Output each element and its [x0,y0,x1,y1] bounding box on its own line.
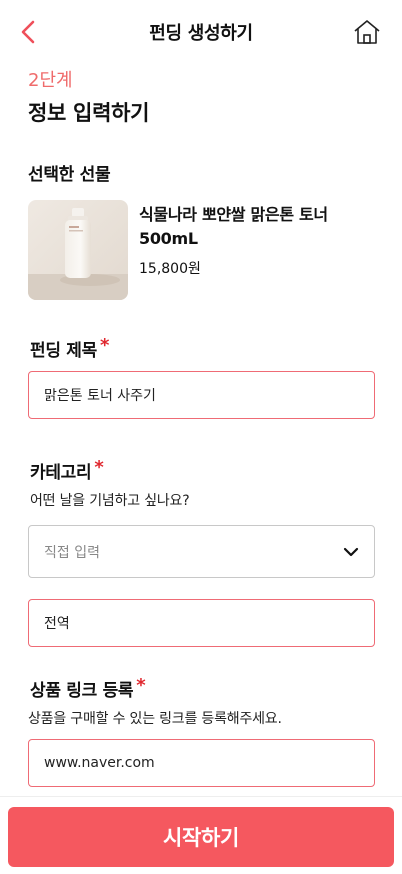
product-link-label-text: 상품 링크 등록 [30,681,134,701]
category-select[interactable]: 직접 입력 [28,525,375,578]
start-button[interactable]: 시작하기 [8,807,394,867]
step-indicator: 2단계 [28,70,73,91]
category-helper-text: 어떤 날을 기념하고 싶나요? [30,493,190,509]
required-mark: * [136,675,146,696]
category-label: 카테고리 * [30,457,104,483]
category-custom-input[interactable]: 전역 [28,599,375,647]
chevron-down-icon [343,547,359,556]
required-mark: * [94,457,104,478]
home-button[interactable] [352,17,382,47]
selected-gift-card: 식물나라 뽀얀쌀 맑은톤 토너 500mL 15,800원 [28,200,376,300]
product-image [28,200,128,300]
product-link-helper-text: 상품을 구매할 수 있는 링크를 등록해주세요. [28,711,282,727]
category-select-value: 직접 입력 [44,544,100,561]
page-title: 정보 입력하기 [28,101,150,125]
required-mark: * [99,335,110,356]
product-link-label: 상품 링크 등록 * [30,675,146,701]
product-name: 식물나라 뽀얀쌀 맑은톤 토너 500mL [139,205,328,248]
selected-gift-label: 선택한 선물 [28,165,111,185]
home-icon [354,20,380,44]
product-price: 15,800원 [139,261,201,277]
page-header-title: 펀딩 생성하기 [149,23,253,44]
product-link-input[interactable]: www.naver.com [28,739,375,787]
bottom-action-bar: 시작하기 [0,796,402,874]
funding-title-label: 펀딩 제목 * [30,335,110,361]
funding-title-label-text: 펀딩 제목 [30,341,97,361]
app-header: 펀딩 생성하기 [0,0,402,64]
funding-title-input[interactable]: 맑은톤 토너 사주기 [28,371,375,419]
category-label-text: 카테고리 [30,463,92,483]
